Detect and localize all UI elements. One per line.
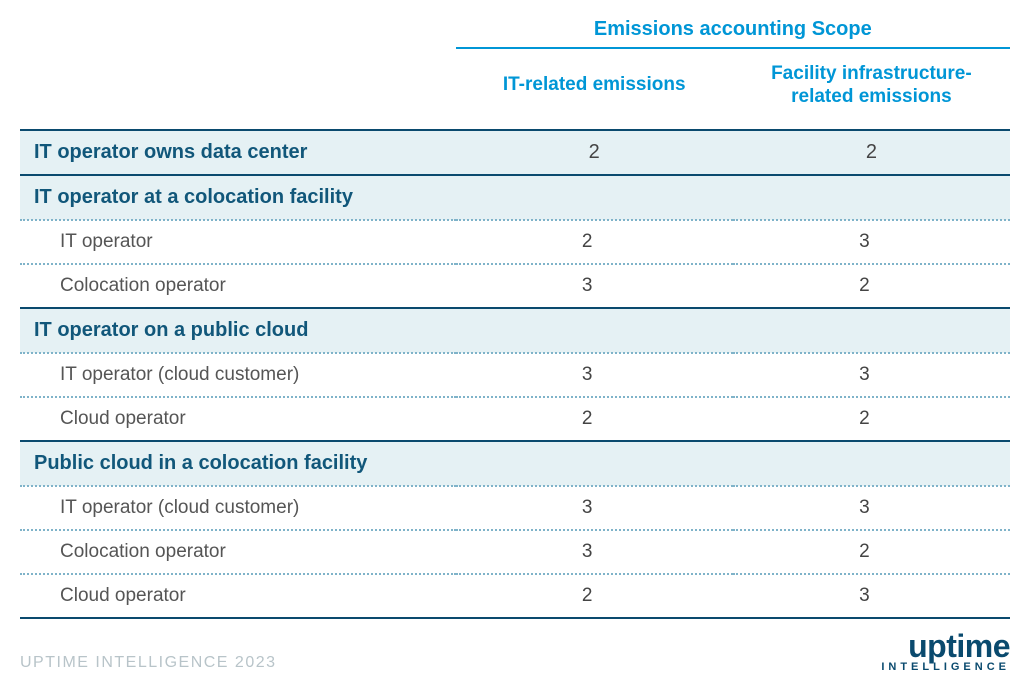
row-label: IT operator (cloud customer)	[20, 353, 456, 397]
section-title: IT operator owns data center	[20, 130, 456, 175]
cell-value: 2	[733, 130, 1010, 175]
cell-value: 2	[456, 130, 733, 175]
cell-value: 2	[456, 574, 733, 618]
row-label: Colocation operator	[20, 264, 456, 308]
cell-value: 3	[456, 486, 733, 530]
cell-value: 3	[733, 353, 1010, 397]
logo-main-text: uptime	[881, 631, 1010, 661]
cell-value: 2	[456, 220, 733, 264]
footer: UPTIME INTELLIGENCE 2023 uptime INTELLIG…	[20, 631, 1010, 672]
footer-attribution: UPTIME INTELLIGENCE 2023	[20, 654, 277, 672]
cell-value: 3	[733, 486, 1010, 530]
section-title: IT operator on a public cloud	[20, 308, 1010, 353]
cell-value: 2	[733, 397, 1010, 441]
cell-value: 2	[456, 397, 733, 441]
emissions-scope-table: Emissions accounting Scope IT-related em…	[20, 10, 1010, 619]
cell-value: 2	[733, 264, 1010, 308]
cell-value: 3	[733, 574, 1010, 618]
cell-value: 3	[456, 353, 733, 397]
uptime-logo: uptime INTELLIGENCE	[881, 631, 1010, 672]
table-body: IT operator owns data center 2 2 IT oper…	[20, 130, 1010, 618]
section-title: Public cloud in a colocation facility	[20, 441, 1010, 486]
table-superheader: Emissions accounting Scope	[456, 10, 1010, 48]
row-label: Colocation operator	[20, 530, 456, 574]
col-header-it: IT-related emissions	[456, 48, 733, 130]
cell-value: 3	[733, 220, 1010, 264]
cell-value: 3	[456, 264, 733, 308]
row-label: IT operator	[20, 220, 456, 264]
cell-value: 3	[456, 530, 733, 574]
cell-value: 2	[733, 530, 1010, 574]
row-label: Cloud operator	[20, 397, 456, 441]
row-label: IT operator (cloud customer)	[20, 486, 456, 530]
col-header-facility: Facility infrastructure-related emission…	[733, 48, 1010, 130]
logo-sub-text: INTELLIGENCE	[881, 662, 1010, 672]
row-label: Cloud operator	[20, 574, 456, 618]
section-title: IT operator at a colocation facility	[20, 175, 1010, 220]
